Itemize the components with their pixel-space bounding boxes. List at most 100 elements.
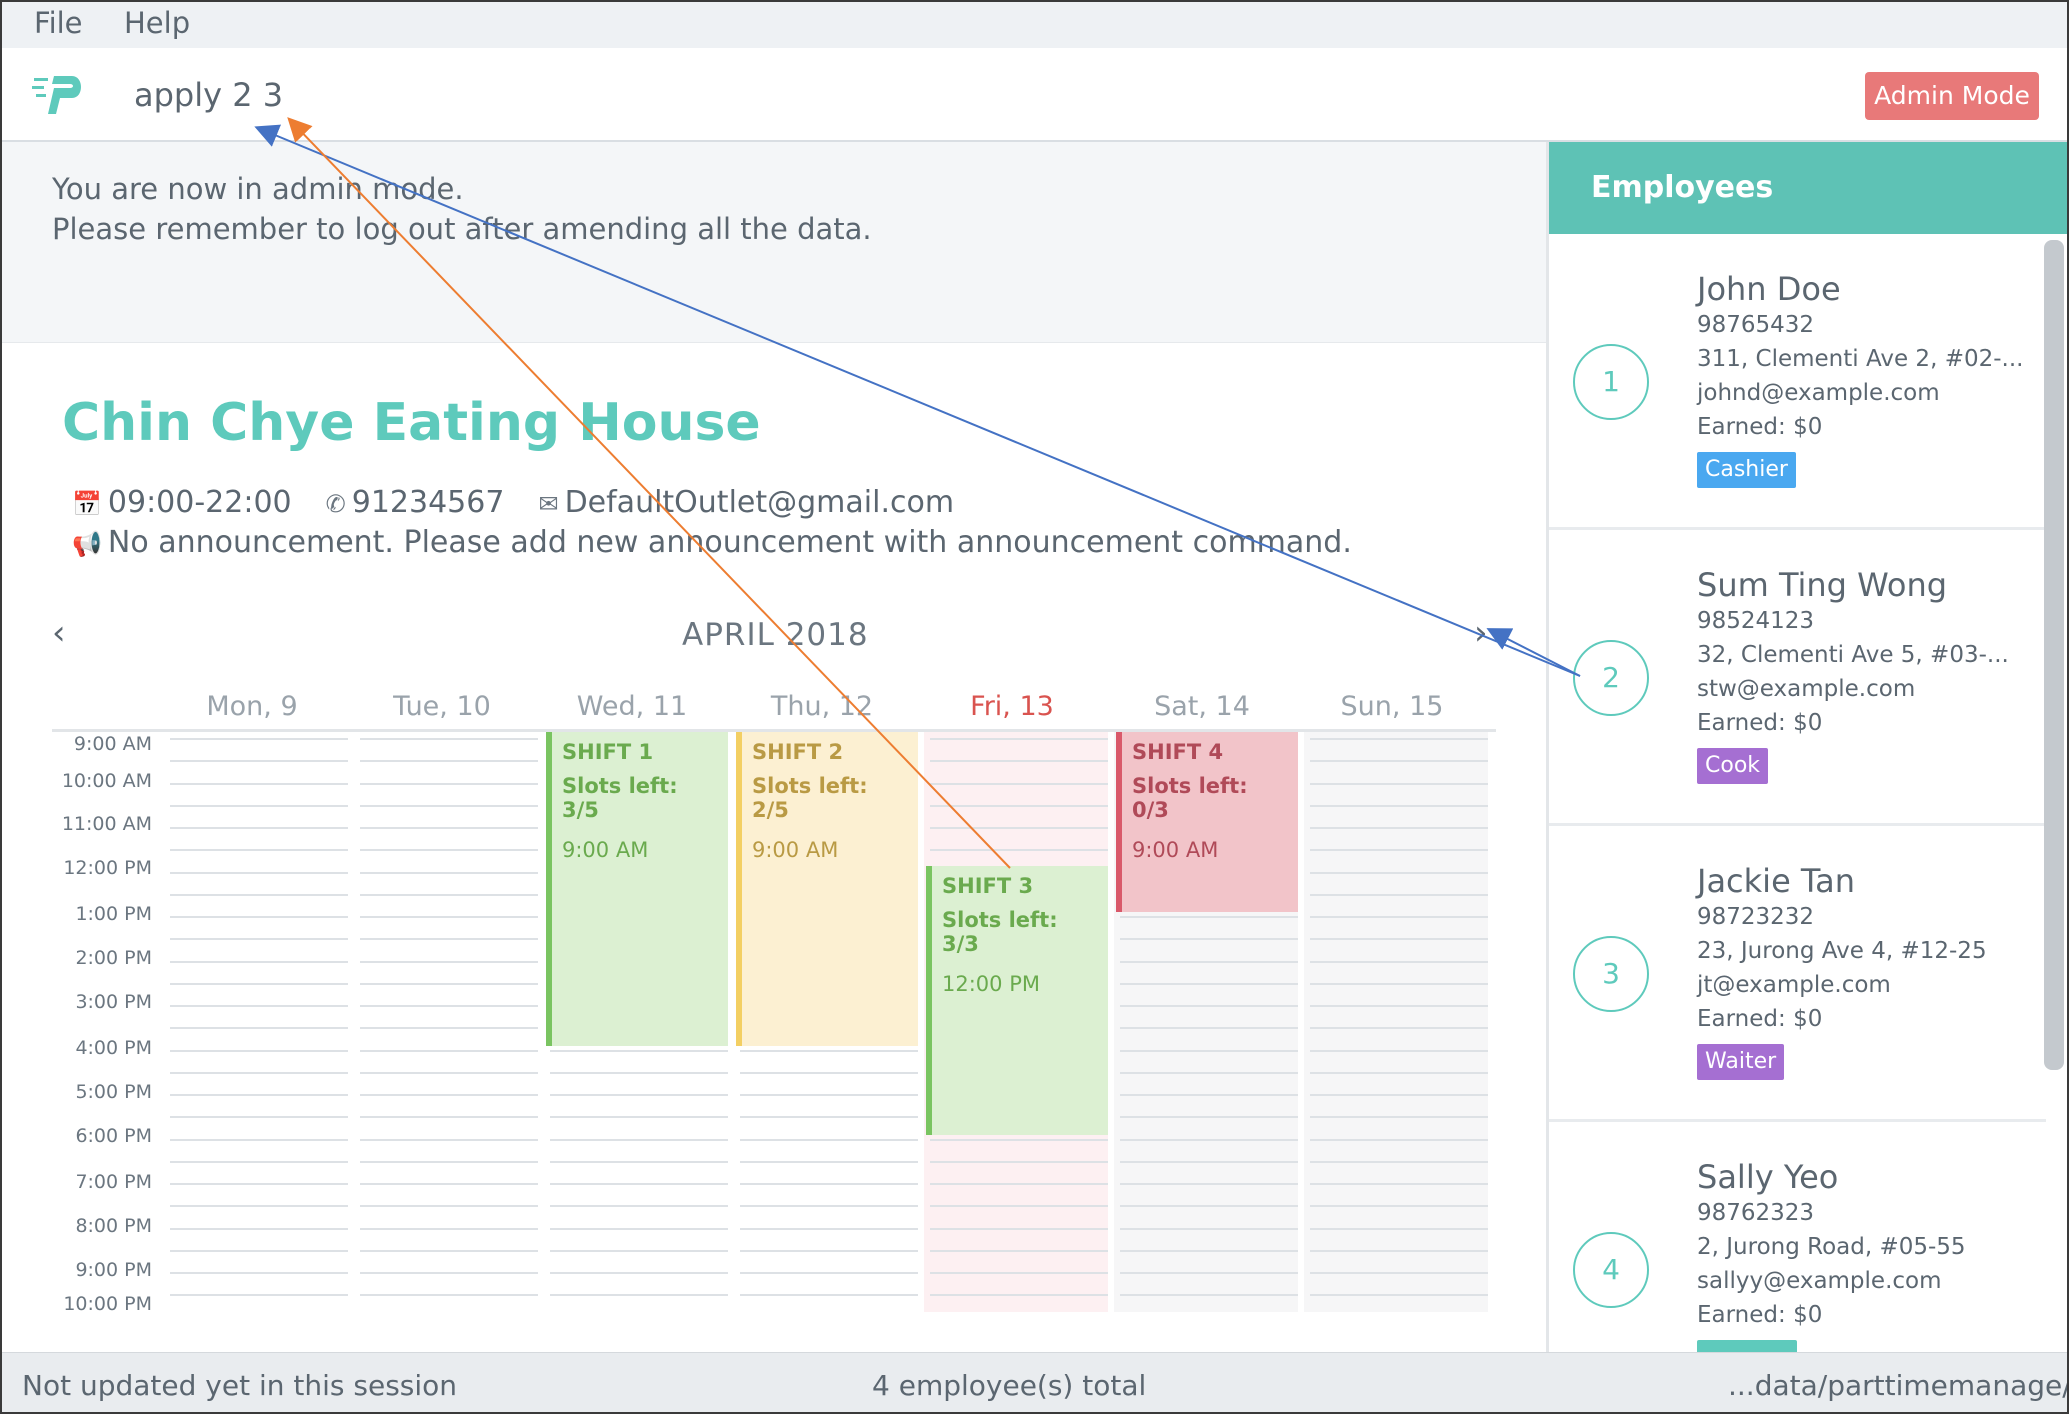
- time-label: 10:00 AM: [61, 770, 152, 792]
- slot-line: [1310, 804, 1488, 807]
- employee-index-badge: 2: [1573, 640, 1649, 716]
- slot-line: [360, 782, 538, 785]
- slot-line: [170, 982, 348, 985]
- slot-line: [1310, 1116, 1488, 1118]
- result-line-1: You are now in admin mode.: [52, 172, 464, 206]
- slot-line: [550, 1205, 728, 1207]
- admin-mode-button[interactable]: Admin Mode: [1865, 72, 2039, 120]
- menu-bar: File Help: [2, 2, 2067, 48]
- employee-email: stw@example.com: [1697, 676, 1916, 702]
- employee-card[interactable]: 4 Sally Yeo 98762323 2, Jurong Road, #05-55…: [1549, 1122, 2046, 1352]
- slot-line: [1120, 1049, 1298, 1052]
- employee-card[interactable]: 1 John Doe 98765432 311, Clementi Ave 2, #0…: [1549, 234, 2046, 530]
- time-label: 9:00 AM: [73, 733, 152, 755]
- day-column[interactable]: [1304, 732, 1488, 1312]
- slot-line: [1120, 1005, 1298, 1007]
- slot-line: [550, 1071, 728, 1074]
- slot-line: [740, 1294, 918, 1296]
- slot-line: [360, 1272, 538, 1274]
- slot-line: [1310, 1272, 1488, 1274]
- shift-time: 9:00 AM: [1132, 838, 1219, 862]
- slot-line: [930, 1227, 1108, 1230]
- slot-line: [170, 738, 348, 740]
- envelope-icon: ✉: [538, 490, 559, 518]
- slot-line: [360, 1071, 538, 1074]
- slot-line: [550, 1049, 728, 1052]
- employee-phone: 98723232: [1697, 904, 1815, 930]
- slot-line: [1310, 1183, 1488, 1185]
- employee-role-tag: [1697, 1340, 1797, 1352]
- slot-line: [170, 782, 348, 785]
- slot-line: [170, 1183, 348, 1185]
- shift-title: SHIFT 4: [1132, 740, 1224, 764]
- employee-email: sallyy@example.com: [1697, 1268, 1942, 1294]
- time-label: 2:00 PM: [75, 947, 152, 969]
- day-column[interactable]: [164, 732, 348, 1312]
- slot-line: [1310, 938, 1488, 940]
- menu-file[interactable]: File: [34, 6, 83, 40]
- shift-block[interactable]: SHIFT 2 Slots left: 2/5 9:00 AM: [736, 732, 918, 1046]
- employee-name: Jackie Tan: [1697, 862, 1856, 900]
- slot-line: [360, 1005, 538, 1007]
- slot-line: [550, 1294, 728, 1296]
- slot-line: [740, 1071, 918, 1074]
- calendar-prev-button[interactable]: ‹: [52, 613, 66, 653]
- slot-line: [1120, 1138, 1298, 1141]
- slot-line: [360, 871, 538, 874]
- shift-block[interactable]: SHIFT 4 Slots left: 0/3 9:00 AM: [1116, 732, 1298, 912]
- menu-help[interactable]: Help: [124, 6, 190, 40]
- slot-line: [1120, 1183, 1298, 1185]
- slot-line: [550, 1249, 728, 1252]
- employee-card[interactable]: 2 Sum Ting Wong 98524123 32, Clementi Ave 5…: [1549, 530, 2046, 826]
- command-input[interactable]: apply 2 3: [134, 76, 283, 114]
- day-header: Sat, 14: [1154, 691, 1250, 722]
- employee-card[interactable]: 3 Jackie Tan 98723232 23, Jurong Ave 4, #12…: [1549, 826, 2046, 1122]
- shift-block[interactable]: SHIFT 3 Slots left: 3/3 12:00 PM: [926, 865, 1108, 1135]
- slot-line: [1120, 1272, 1298, 1274]
- outlet-hours: 09:00-22:00: [107, 485, 292, 520]
- outlet-name: Chin Chye Eating House: [62, 393, 761, 453]
- slot-line: [740, 1249, 918, 1252]
- slot-line: [740, 1227, 918, 1230]
- slot-line: [930, 849, 1108, 851]
- outlet-info-row: 📅 09:00-22:00 ✆ 91234567 ✉ DefaultOutlet@gmai…: [72, 485, 954, 520]
- announcement-row: 📢 No announcement. Please add new announc…: [72, 525, 1352, 560]
- shift-time: 9:00 AM: [562, 838, 649, 862]
- slot-line: [360, 1138, 538, 1141]
- slot-line: [740, 1138, 918, 1141]
- status-total: 4 employee(s) total: [872, 1369, 1147, 1402]
- employee-name: Sally Yeo: [1697, 1158, 1839, 1196]
- slot-line: [360, 1160, 538, 1163]
- slot-line: [170, 893, 348, 896]
- slot-line: [170, 1272, 348, 1274]
- slot-line: [1120, 982, 1298, 985]
- slot-line: [360, 827, 538, 829]
- slot-line: [930, 1138, 1108, 1141]
- slot-line: [360, 804, 538, 807]
- slot-line: [930, 738, 1108, 740]
- time-label: 1:00 PM: [75, 903, 152, 925]
- slot-line: [360, 938, 538, 940]
- employee-index-badge: 3: [1573, 936, 1649, 1012]
- slot-line: [170, 1138, 348, 1141]
- time-label: 10:00 PM: [63, 1293, 152, 1315]
- command-bar: apply 2 3 Admin Mode: [2, 48, 2067, 142]
- slot-line: [1310, 760, 1488, 762]
- time-label: 4:00 PM: [75, 1037, 152, 1059]
- day-column[interactable]: [354, 732, 538, 1312]
- slot-line: [170, 1205, 348, 1207]
- slot-line: [1310, 871, 1488, 874]
- slot-line: [740, 1272, 918, 1274]
- employee-earned: Earned: $0: [1697, 414, 1823, 440]
- slot-line: [1120, 1294, 1298, 1296]
- shift-block[interactable]: SHIFT 1 Slots left: 3/5 9:00 AM: [546, 732, 728, 1046]
- slot-line: [360, 1049, 538, 1052]
- employee-earned: Earned: $0: [1697, 1302, 1823, 1328]
- slot-line: [550, 1138, 728, 1141]
- slot-line: [550, 1160, 728, 1163]
- slot-line: [1310, 1205, 1488, 1207]
- calendar-next-button[interactable]: ›: [1474, 613, 1488, 653]
- employee-list-scrollbar[interactable]: [2044, 240, 2064, 1070]
- time-label: 5:00 PM: [75, 1081, 152, 1103]
- outlet-email: DefaultOutlet@gmail.com: [564, 485, 955, 520]
